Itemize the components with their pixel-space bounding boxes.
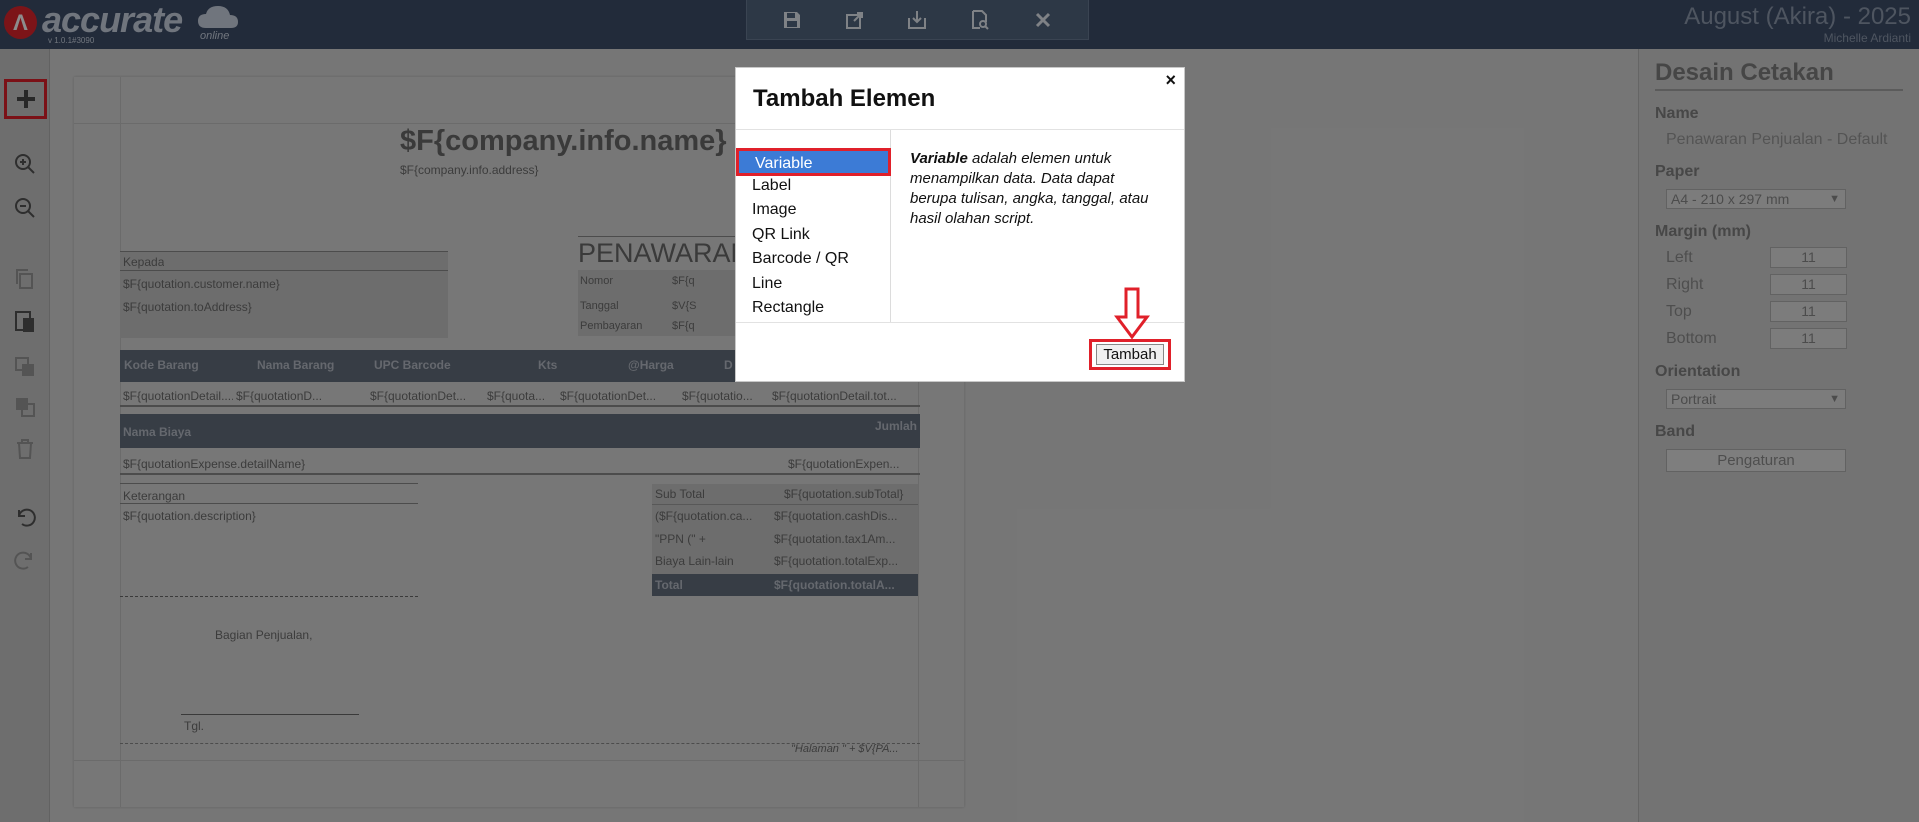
element-description: Variable adalah elemen untuk menampilkan…: [910, 149, 1165, 229]
description-term: Variable: [910, 150, 968, 167]
add-button[interactable]: Tambah: [1096, 344, 1164, 365]
add-element-dialog: Tambah Elemen × Variable Label Image QR …: [735, 67, 1185, 382]
element-option-image[interactable]: Image: [752, 201, 796, 219]
close-icon[interactable]: ×: [1165, 70, 1176, 91]
dialog-title: Tambah Elemen: [753, 85, 936, 112]
element-option-label[interactable]: Label: [752, 177, 791, 195]
element-option-rectangle[interactable]: Rectangle: [752, 299, 824, 317]
element-option-qr-link[interactable]: QR Link: [752, 226, 810, 244]
arrow-down-icon: [1114, 287, 1150, 339]
element-option-barcode[interactable]: Barcode / QR: [752, 250, 849, 268]
add-button-highlight: Tambah: [1089, 339, 1171, 370]
element-option-line[interactable]: Line: [752, 275, 782, 293]
element-option-variable[interactable]: Variable: [736, 148, 891, 176]
element-type-list: Variable Label Image QR Link Barcode / Q…: [736, 130, 891, 323]
